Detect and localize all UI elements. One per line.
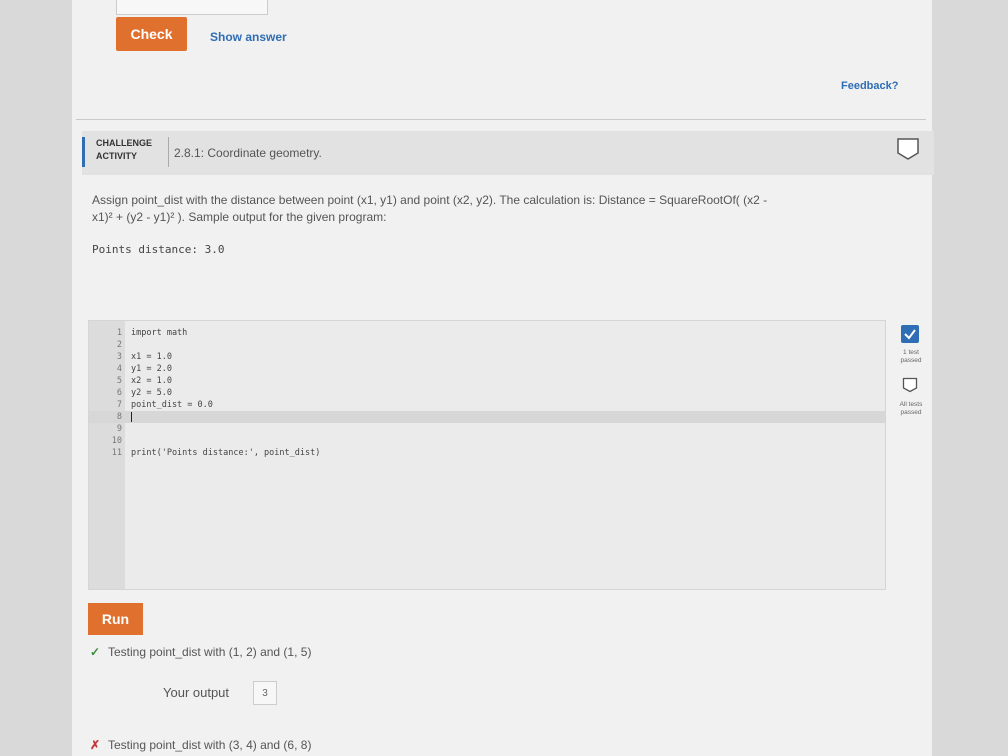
code-line[interactable]: 5 x2 = 1.0 (89, 375, 885, 387)
line-code[interactable]: y2 = 5.0 (131, 387, 172, 399)
description-line-2: x1)² + (y2 - y1)² ). Sample output for t… (92, 210, 387, 224)
test-result-row: ✓ Testing point_dist with (1, 2) and (1, … (90, 645, 311, 659)
checkmark-icon: ✓ (90, 645, 101, 659)
line-number: 6 (116, 388, 122, 398)
line-number: 5 (116, 376, 122, 386)
code-line[interactable]: 9 (89, 423, 885, 435)
answer-input[interactable] (116, 0, 268, 15)
line-number: 3 (116, 352, 122, 362)
test-result-row: ✗ Testing point_dist with (3, 4) and (6, … (90, 738, 311, 752)
line-number: 2 (116, 340, 122, 350)
test-passed-checkbox-icon (901, 325, 919, 343)
section-divider (76, 119, 926, 120)
code-line[interactable]: 1 import math (89, 327, 885, 339)
challenge-description: Assign point_dist with the distance betw… (92, 192, 882, 226)
challenge-title: 2.8.1: Coordinate geometry. (174, 146, 322, 160)
all-tests-passed-label: All tests passed (890, 401, 932, 417)
description-line-1: Assign point_dist with the distance betw… (92, 193, 768, 207)
check-button[interactable]: Check (116, 17, 187, 51)
all-tests-line-2: passed (900, 409, 922, 416)
line-number: 10 (111, 436, 122, 446)
code-line[interactable]: 6 y2 = 5.0 (89, 387, 885, 399)
active-code-line[interactable]: 8 (89, 411, 885, 423)
line-number: 11 (111, 448, 122, 458)
line-number: 4 (116, 364, 122, 374)
completion-badge-icon (897, 138, 919, 160)
line-code[interactable]: x2 = 1.0 (131, 375, 172, 387)
one-test-passed-label: 1 test passed (890, 349, 932, 365)
header-divider (168, 137, 169, 167)
line-number: 7 (116, 400, 122, 410)
code-line[interactable]: 7 point_dist = 0.0 (89, 399, 885, 411)
line-code[interactable]: point_dist = 0.0 (131, 399, 213, 411)
run-button[interactable]: Run (88, 603, 143, 635)
line-code[interactable]: import math (131, 327, 187, 339)
code-line[interactable]: 2 (89, 339, 885, 351)
one-test-line-1: 1 test (903, 349, 919, 356)
all-tests-line-1: All tests (899, 401, 923, 408)
code-line[interactable]: 4 y1 = 2.0 (89, 363, 885, 375)
code-line[interactable]: 3 x1 = 1.0 (89, 351, 885, 363)
code-editor[interactable]: 1 import math 2 3 x1 = 1.0 4 y1 = 2.0 5 … (88, 320, 886, 590)
one-test-line-2: passed (900, 357, 922, 364)
sample-output: Points distance: 3.0 (92, 243, 225, 256)
code-line[interactable]: 10 (89, 435, 885, 447)
test-description: Testing point_dist with (1, 2) and (1, 5… (108, 645, 312, 659)
challenge-activity-tag: CHALLENGE ACTIVITY (82, 137, 180, 167)
line-number: 9 (116, 424, 122, 434)
line-code[interactable]: y1 = 2.0 (131, 363, 172, 375)
line-code[interactable]: print('Points distance:', point_dist) (131, 447, 320, 459)
code-line[interactable]: 11 print('Points distance:', point_dist) (89, 447, 885, 459)
your-output-label: Your output (163, 685, 230, 700)
line-code[interactable]: x1 = 1.0 (131, 351, 172, 363)
line-number: 1 (116, 328, 122, 338)
challenge-header: CHALLENGE ACTIVITY 2.8.1: Coordinate geo… (82, 131, 934, 175)
line-code[interactable] (131, 411, 132, 423)
feedback-link[interactable]: Feedback? (841, 80, 898, 92)
text-cursor (131, 411, 132, 422)
line-number: 8 (116, 412, 122, 422)
all-tests-badge-icon (902, 377, 918, 393)
your-output-value: 3 (253, 681, 277, 705)
show-answer-link[interactable]: Show answer (210, 30, 287, 44)
x-mark-icon: ✗ (90, 738, 101, 752)
test-description: Testing point_dist with (3, 4) and (6, 8… (108, 738, 312, 752)
